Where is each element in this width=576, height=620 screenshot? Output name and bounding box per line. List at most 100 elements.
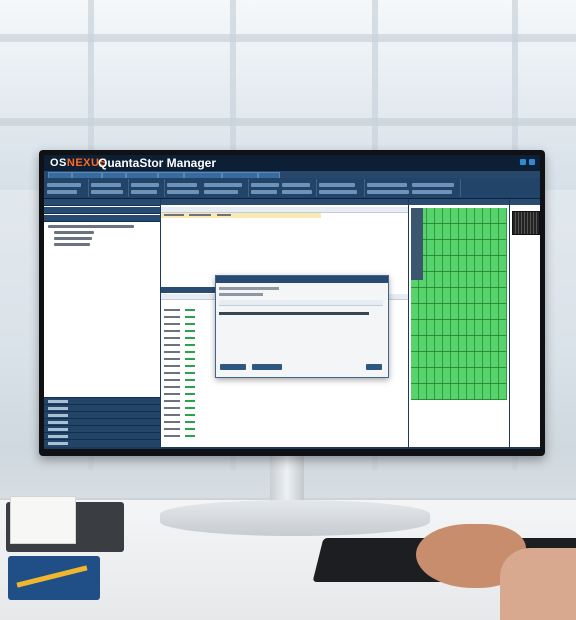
disk-row-cell xyxy=(164,365,180,367)
dialog-button[interactable] xyxy=(220,364,246,370)
nav-section-header[interactable] xyxy=(44,215,160,222)
sleeve xyxy=(500,548,576,620)
disk-status-cell xyxy=(185,379,195,381)
ribbon-button[interactable] xyxy=(319,183,355,187)
enclosure-label-column xyxy=(411,208,423,280)
disk-status-cell xyxy=(185,309,195,311)
brand-prefix: OS xyxy=(50,157,67,169)
office-scene: OSNEXUS QuantaStor Manager xyxy=(0,0,576,620)
disk-status-cell xyxy=(185,344,195,346)
disk-status-cell xyxy=(185,365,195,367)
ribbon-button[interactable] xyxy=(282,190,312,194)
ceiling-beam xyxy=(0,118,576,126)
enclosure-image xyxy=(512,211,540,235)
ribbon-toolbar xyxy=(44,178,540,199)
rack-panel-header xyxy=(409,199,509,205)
monitor: OSNEXUS QuantaStor Manager xyxy=(39,150,545,456)
grid-cell xyxy=(217,214,231,216)
ribbon-button[interactable] xyxy=(367,190,409,194)
properties-header xyxy=(510,199,540,205)
tree-item[interactable] xyxy=(54,231,94,234)
ribbon-group xyxy=(316,179,365,197)
dialog-titlebar xyxy=(216,276,388,283)
disk-row-cell xyxy=(164,330,180,332)
disk-status-cell xyxy=(185,323,195,325)
disk-row-cell xyxy=(164,344,180,346)
monitor-stand-base xyxy=(160,500,430,536)
nav-section-header[interactable] xyxy=(44,199,160,206)
ribbon-button[interactable] xyxy=(91,183,121,187)
disk-row-cell xyxy=(164,435,180,437)
paper-stack xyxy=(10,496,76,544)
disk-row-cell xyxy=(164,372,180,374)
disk-status-cell xyxy=(185,351,195,353)
disk-row-cell xyxy=(164,309,180,311)
ribbon-button[interactable] xyxy=(131,183,159,187)
disk-status-cell xyxy=(185,407,195,409)
disk-row-cell xyxy=(164,379,180,381)
app-title: QuantaStor Manager xyxy=(98,156,217,170)
nav-section-header[interactable] xyxy=(44,207,160,214)
ribbon-group xyxy=(44,179,89,197)
app-titlebar: OSNEXUS QuantaStor Manager xyxy=(44,155,540,171)
ribbon-button[interactable] xyxy=(412,183,454,187)
disk-row-cell xyxy=(164,428,180,430)
disk-status-cell xyxy=(185,400,195,402)
ribbon-button[interactable] xyxy=(319,190,357,194)
disk-row-cell xyxy=(164,323,180,325)
ribbon-group xyxy=(164,179,249,197)
disk-status-cell xyxy=(185,435,195,437)
disk-status-cell xyxy=(185,337,195,339)
help-icon[interactable] xyxy=(520,159,526,165)
tree-item[interactable] xyxy=(54,237,92,240)
ribbon-button[interactable] xyxy=(367,183,407,187)
ribbon-button[interactable] xyxy=(204,190,238,194)
center-tabs[interactable] xyxy=(161,199,408,205)
settings-icon[interactable] xyxy=(529,159,535,165)
disk-status-cell xyxy=(185,414,195,416)
ribbon-button[interactable] xyxy=(204,183,242,187)
disk-row-cell xyxy=(164,386,180,388)
disk-row-cell xyxy=(164,421,180,423)
ribbon-button[interactable] xyxy=(412,190,452,194)
dialog-grid-header xyxy=(219,300,383,306)
nav-section[interactable] xyxy=(44,439,160,447)
screen: OSNEXUS QuantaStor Manager xyxy=(44,155,540,449)
disk-status-cell xyxy=(185,330,195,332)
disk-status-cell xyxy=(185,316,195,318)
disk-row-cell xyxy=(164,337,180,339)
disk-status-cell xyxy=(185,372,195,374)
dialog-button[interactable] xyxy=(252,364,282,370)
ribbon-button[interactable] xyxy=(167,183,197,187)
ceiling-beam xyxy=(0,34,576,42)
disk-row-cell xyxy=(164,393,180,395)
dialog-close-button[interactable] xyxy=(366,364,382,370)
dialog-text xyxy=(219,293,263,296)
ribbon-button[interactable] xyxy=(47,190,77,194)
main-tabs xyxy=(44,171,540,179)
grid-cell xyxy=(164,214,184,216)
selected-grid-row[interactable] xyxy=(161,213,321,218)
disk-status-cell xyxy=(185,358,195,360)
drive-slot-rows xyxy=(411,208,507,400)
ribbon-button[interactable] xyxy=(251,190,277,194)
dialog-grid-row[interactable] xyxy=(219,312,369,315)
tree-item[interactable] xyxy=(48,225,134,228)
disk-row-cell xyxy=(164,407,180,409)
disk-row-cell xyxy=(164,316,180,318)
ribbon-button[interactable] xyxy=(167,190,199,194)
ribbon-button[interactable] xyxy=(282,183,310,187)
enclosure-rack-panel xyxy=(409,199,509,447)
navigation-panel xyxy=(44,199,160,447)
ribbon-group xyxy=(128,179,165,197)
ribbon-group xyxy=(248,179,317,197)
disk-status-cell xyxy=(185,393,195,395)
grid-cell xyxy=(189,214,211,216)
ribbon-button[interactable] xyxy=(131,190,157,194)
disk-row-cell xyxy=(164,414,180,416)
ribbon-button[interactable] xyxy=(251,183,279,187)
ribbon-button[interactable] xyxy=(91,190,123,194)
monitor-stand-neck xyxy=(270,452,304,504)
tree-item[interactable] xyxy=(54,243,90,246)
ribbon-button[interactable] xyxy=(47,183,81,187)
